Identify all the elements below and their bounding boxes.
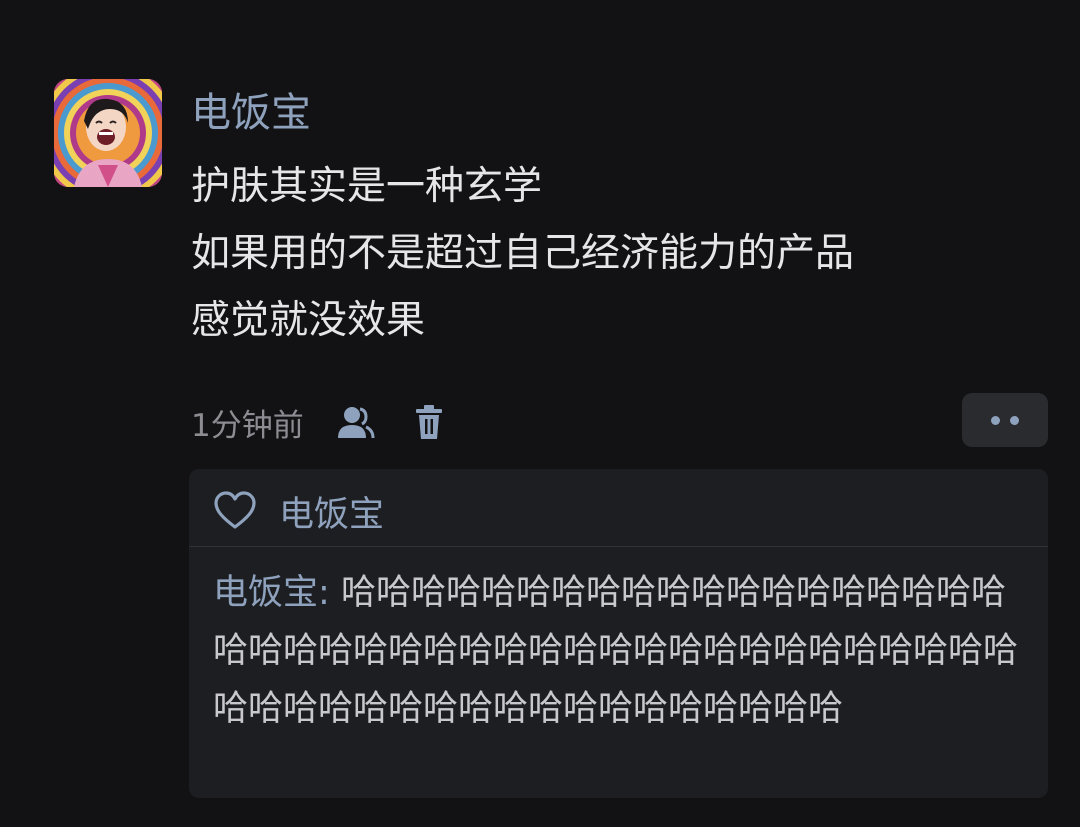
likes-row: 电饭宝 (213, 487, 384, 535)
post-content: 护肤其实是一种玄学 如果用的不是超过自己经济能力的产品 感觉就没效果 (191, 153, 1051, 354)
reply-section: 电饭宝 电饭宝: 哈哈哈哈哈哈哈哈哈哈哈哈哈哈哈哈哈哈哈哈哈哈哈哈哈哈哈哈哈哈哈… (189, 469, 1048, 798)
post-username[interactable]: 电饭宝 (191, 84, 311, 142)
more-dots-icon (991, 415, 1000, 425)
liked-by-name[interactable]: 电饭宝 (279, 486, 384, 537)
reply-body: 哈哈哈哈哈哈哈哈哈哈哈哈哈哈哈哈哈哈哈哈哈哈哈哈哈哈哈哈哈哈哈哈哈哈哈哈哈哈哈哈… (213, 573, 1019, 729)
reply-author[interactable]: 电饭宝 (213, 573, 318, 613)
avatar[interactable] (54, 79, 162, 187)
trash-icon[interactable] (406, 400, 452, 446)
avatar-image (54, 79, 162, 187)
heart-icon[interactable] (213, 491, 257, 531)
reply-item[interactable]: 电饭宝: 哈哈哈哈哈哈哈哈哈哈哈哈哈哈哈哈哈哈哈哈哈哈哈哈哈哈哈哈哈哈哈哈哈哈哈… (213, 564, 1038, 738)
post-meta: 1分钟前 (191, 395, 452, 450)
post-timestamp: 1分钟前 (191, 408, 304, 444)
reply-separator: : (318, 573, 330, 613)
more-options-button[interactable] (962, 393, 1048, 447)
more-dots-icon (1010, 415, 1019, 425)
user-icon[interactable] (332, 400, 378, 446)
post-content-line: 感觉就没效果 (191, 298, 426, 343)
post-content-line: 护肤其实是一种玄学 (191, 164, 543, 209)
post-content-line: 如果用的不是超过自己经济能力的产品 (191, 231, 855, 276)
divider (189, 546, 1048, 547)
